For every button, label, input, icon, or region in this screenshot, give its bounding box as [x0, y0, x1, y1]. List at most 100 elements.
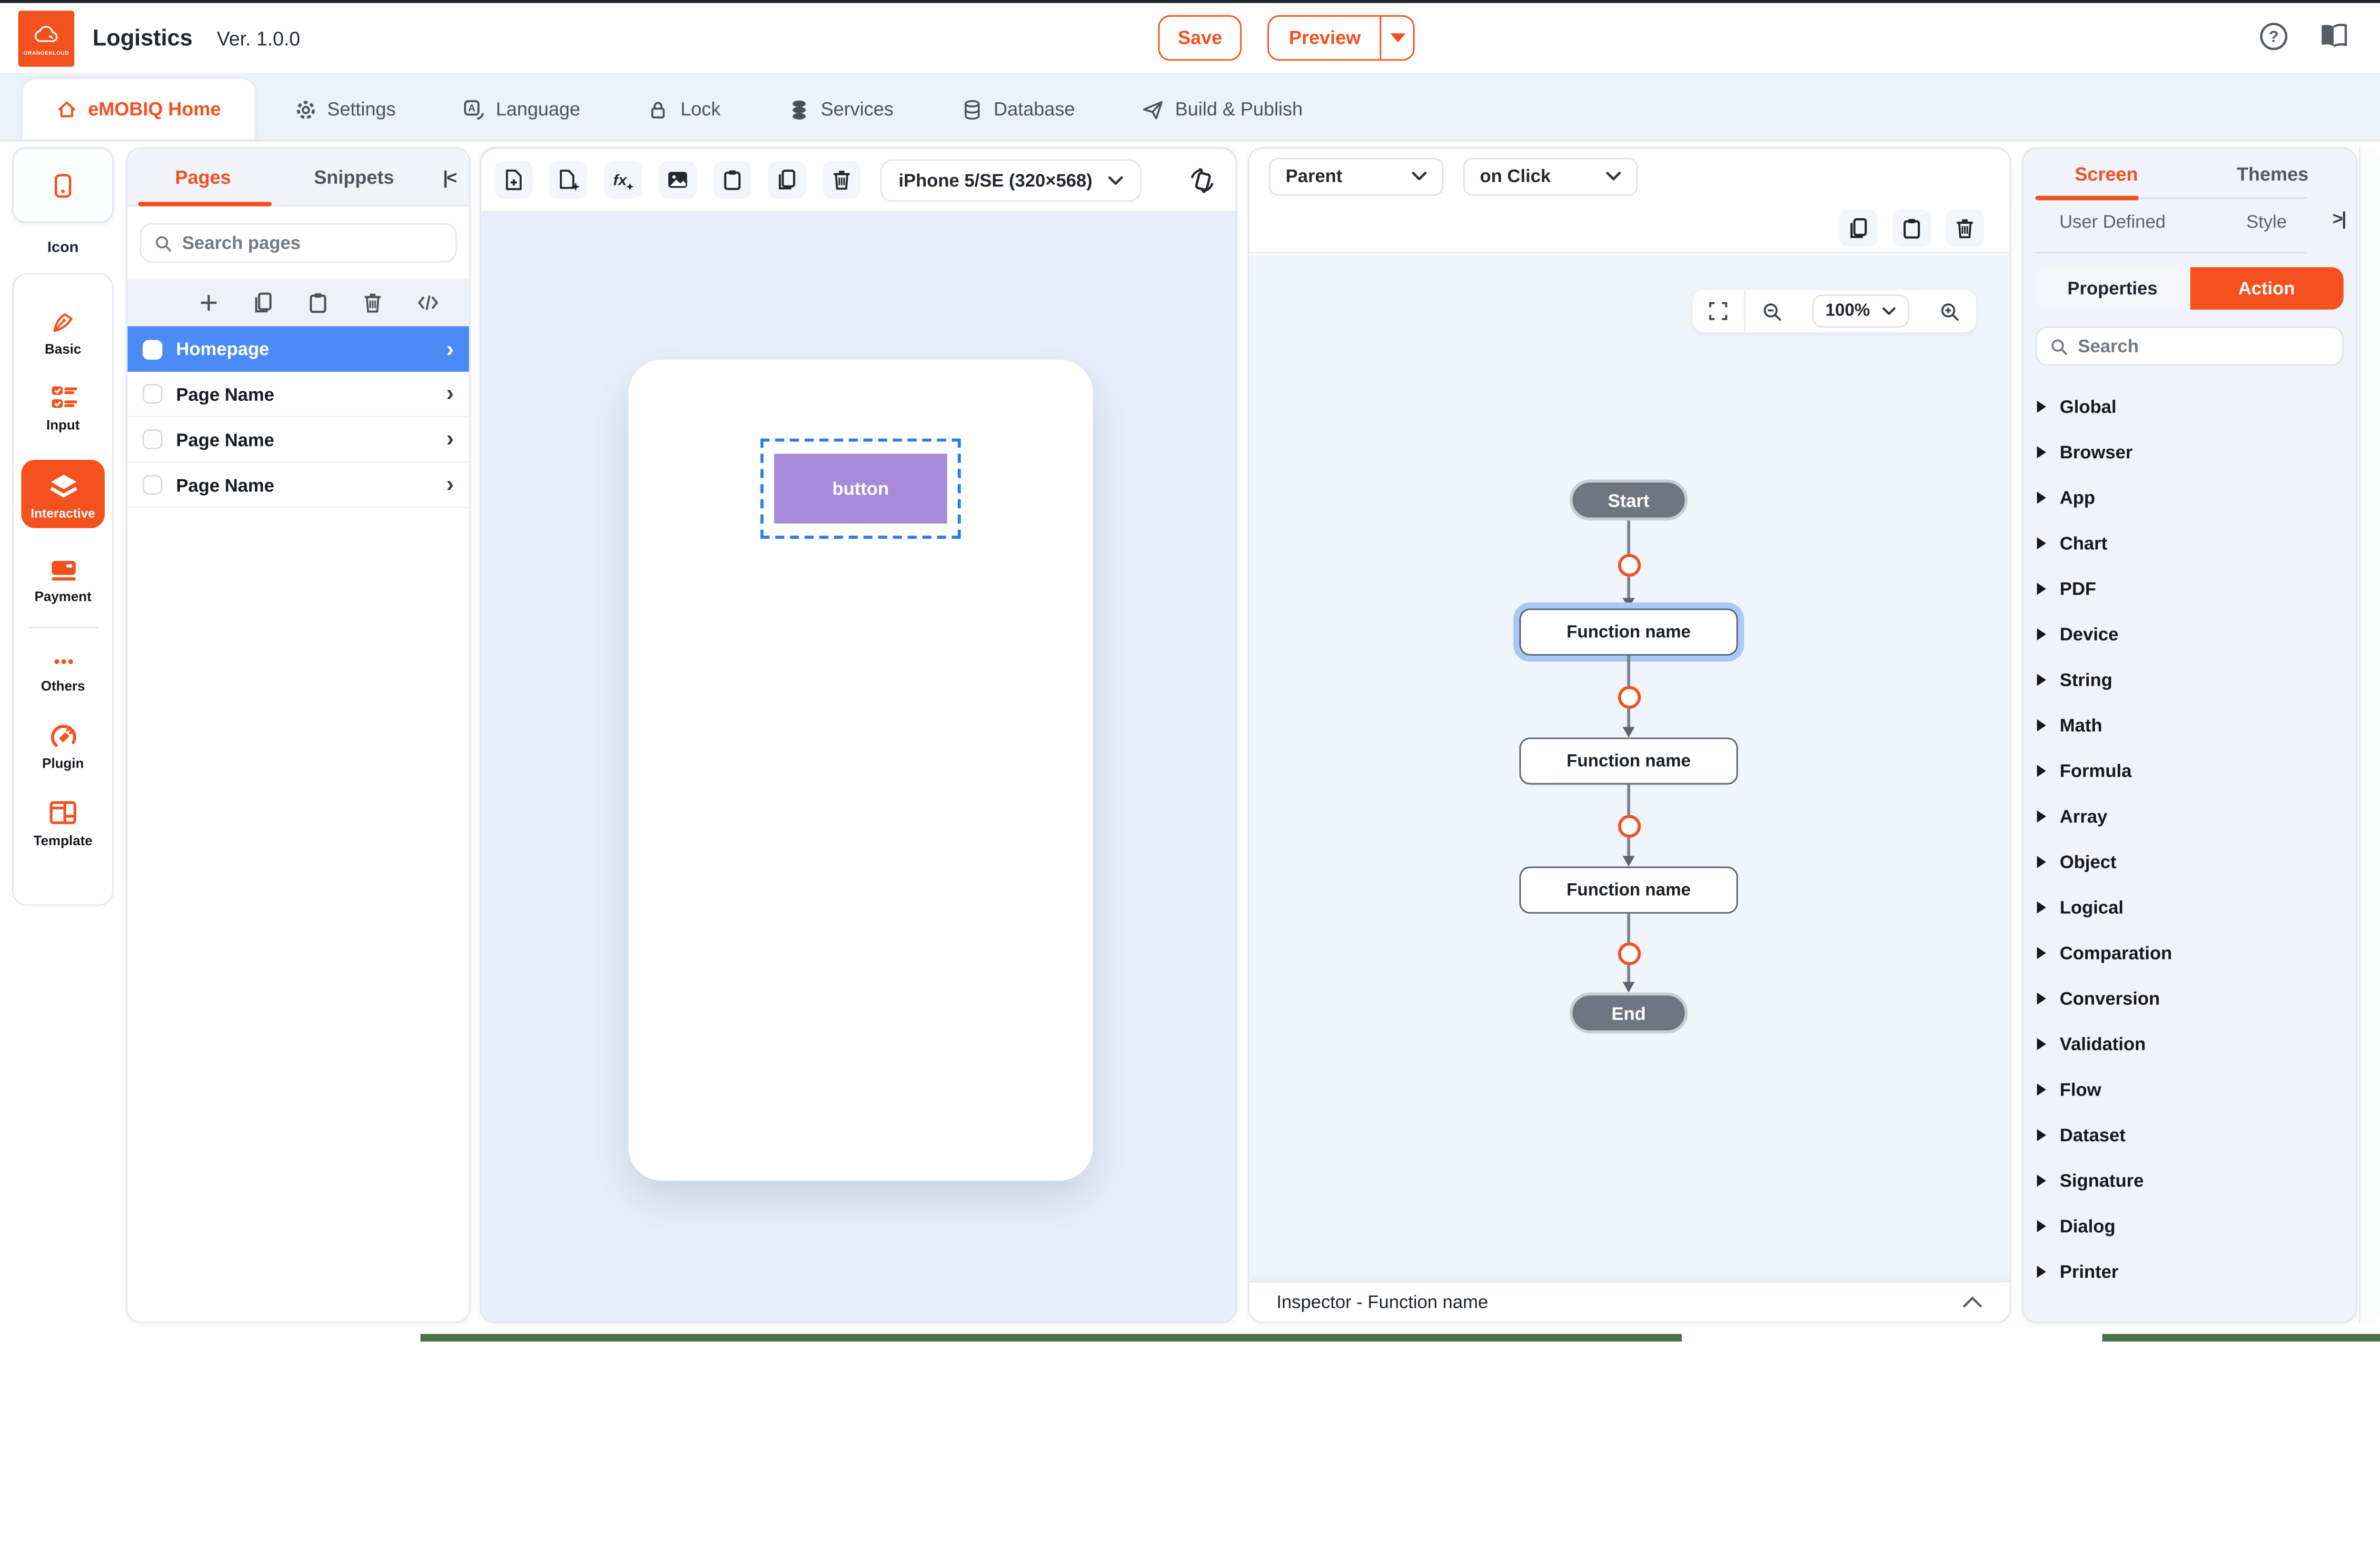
tab-emobiq-home[interactable]: eMOBIQ Home [23, 79, 254, 140]
sidebar-item-input[interactable]: Input [14, 384, 112, 433]
page-checkbox[interactable] [143, 384, 162, 404]
sidebar-item-plugin[interactable]: Plugin [14, 721, 112, 771]
tab-user-defined[interactable]: User Defined [2035, 211, 2190, 241]
page-checkbox[interactable] [143, 429, 162, 449]
flow-node-function-2[interactable]: Function name [1519, 738, 1738, 785]
phone-mockup[interactable]: button [628, 360, 1093, 1181]
parent-select[interactable]: Parent [1269, 157, 1444, 195]
code-view-icon[interactable] [416, 291, 440, 314]
category-comparation[interactable]: Comparation [2023, 930, 2356, 976]
scrollbar-track[interactable] [2359, 147, 2380, 1323]
copy-page-icon[interactable] [252, 291, 275, 314]
paste-node-button[interactable] [1893, 208, 1931, 247]
copy-button[interactable] [768, 161, 806, 199]
tab-themes[interactable]: Themes [2190, 163, 2356, 185]
category-conversion[interactable]: Conversion [2023, 976, 2356, 1021]
paste-page-icon[interactable] [307, 291, 329, 314]
chevron-right-icon[interactable]: › [446, 383, 454, 405]
category-flow[interactable]: Flow [2023, 1067, 2356, 1113]
page-row[interactable]: Page Name › [128, 417, 469, 463]
collapse-panel-icon[interactable]: |< [429, 166, 469, 188]
flow-connector[interactable] [1617, 554, 1640, 577]
chevron-right-icon[interactable]: › [446, 428, 454, 451]
insert-image-button[interactable] [659, 161, 697, 199]
device-select[interactable]: iPhone 5/SE (320×568) [880, 158, 1141, 201]
category-app[interactable]: App [2023, 475, 2356, 521]
category-device[interactable]: Device [2023, 612, 2356, 657]
tab-database[interactable]: Database [954, 79, 1081, 140]
function-magic-button[interactable] [604, 161, 642, 199]
category-math[interactable]: Math [2023, 702, 2356, 748]
delete-node-button[interactable] [1946, 208, 1984, 247]
sidebar-item-icon[interactable] [12, 147, 114, 223]
copy-node-button[interactable] [1840, 208, 1878, 247]
preview-split-button[interactable]: Preview [1268, 15, 1415, 61]
tab-services[interactable]: Services [781, 79, 900, 140]
sidebar-item-basic[interactable]: Basic [14, 310, 112, 357]
generate-page-button[interactable] [549, 161, 587, 199]
flow-node-function-1[interactable]: Function name [1519, 609, 1738, 656]
page-row[interactable]: Page Name › [128, 372, 469, 417]
canvas-button-widget[interactable]: button [774, 454, 947, 524]
zoom-out-button[interactable] [1745, 290, 1798, 332]
new-page-button[interactable] [495, 161, 533, 199]
page-row-homepage[interactable]: Homepage › [128, 326, 469, 372]
sidebar-item-others[interactable]: Others [14, 651, 112, 693]
category-chart[interactable]: Chart [2023, 521, 2356, 566]
flow-node-start[interactable]: Start [1569, 480, 1688, 521]
page-checkbox[interactable] [143, 475, 162, 494]
expand-panel-icon[interactable]: >| [2332, 208, 2345, 229]
flow-canvas[interactable]: 100% Start Function name Function name [1249, 255, 2010, 1284]
tab-pages[interactable]: Pages [128, 166, 278, 188]
add-page-icon[interactable] [198, 291, 220, 314]
segment-properties[interactable]: Properties [2035, 267, 2190, 309]
chevron-right-icon[interactable]: › [446, 474, 454, 496]
flow-connector[interactable] [1617, 815, 1640, 838]
category-validation[interactable]: Validation [2023, 1021, 2356, 1067]
tab-settings[interactable]: Settings [288, 79, 402, 140]
delete-button[interactable] [823, 161, 861, 199]
inspector-bar[interactable]: Inspector - Function name [1249, 1281, 2010, 1322]
zoom-in-button[interactable] [1923, 290, 1976, 332]
preview-button-label[interactable]: Preview [1269, 17, 1380, 59]
flow-connector[interactable] [1617, 942, 1640, 965]
help-icon[interactable] [2259, 21, 2289, 52]
category-logical[interactable]: Logical [2023, 885, 2356, 930]
category-formula[interactable]: Formula [2023, 748, 2356, 794]
action-search-input[interactable] [2078, 336, 2330, 357]
category-signature[interactable]: Signature [2023, 1158, 2356, 1204]
segment-action[interactable]: Action [2190, 267, 2344, 309]
docs-book-icon[interactable] [2318, 21, 2350, 50]
zoom-level-select[interactable]: 100% [1812, 295, 1909, 328]
category-printer[interactable]: Printer [2023, 1249, 2356, 1294]
tab-screen[interactable]: Screen [2023, 163, 2190, 185]
category-object[interactable]: Object [2023, 839, 2356, 885]
category-array[interactable]: Array [2023, 794, 2356, 840]
tab-style[interactable]: Style [2190, 211, 2344, 241]
pages-search-input[interactable] [182, 232, 443, 254]
tab-build-publish[interactable]: Build & Publish [1136, 79, 1309, 140]
category-string[interactable]: String [2023, 657, 2356, 703]
flow-node-end[interactable]: End [1569, 992, 1688, 1033]
category-pdf[interactable]: PDF [2023, 566, 2356, 612]
category-browser[interactable]: Browser [2023, 429, 2356, 475]
chevron-up-icon[interactable] [1963, 1296, 1982, 1308]
rotate-device-button[interactable] [1189, 166, 1216, 193]
flow-node-function-3[interactable]: Function name [1519, 867, 1738, 914]
fit-view-button[interactable] [1692, 290, 1743, 332]
category-dialog[interactable]: Dialog [2023, 1204, 2356, 1249]
category-global[interactable]: Global [2023, 384, 2356, 430]
paste-button[interactable] [714, 161, 752, 199]
delete-page-icon[interactable] [361, 291, 384, 314]
page-checkbox[interactable] [143, 339, 162, 359]
category-dataset[interactable]: Dataset [2023, 1112, 2356, 1158]
sidebar-item-interactive[interactable]: Interactive [21, 460, 105, 528]
tab-lock[interactable]: Lock [641, 79, 727, 140]
event-select[interactable]: on Click [1463, 157, 1638, 195]
tab-language[interactable]: Language [456, 79, 586, 140]
flow-connector[interactable] [1617, 686, 1640, 709]
sidebar-item-template[interactable]: Template [14, 798, 112, 848]
preview-dropdown-toggle[interactable] [1380, 17, 1414, 59]
tab-snippets[interactable]: Snippets [278, 166, 429, 188]
chevron-right-icon[interactable]: › [446, 338, 454, 361]
